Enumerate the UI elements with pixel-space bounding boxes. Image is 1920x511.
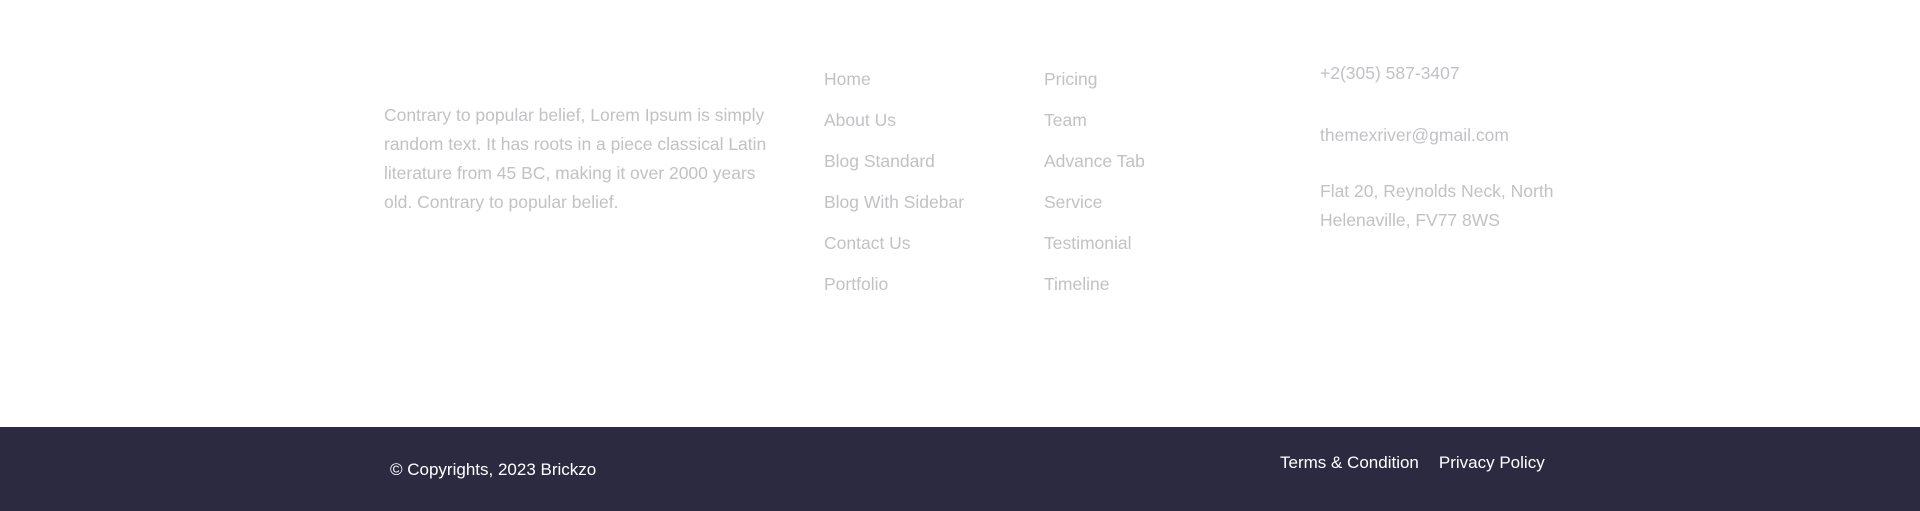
contact-email[interactable]: themexriver@gmail.com	[1320, 121, 1509, 150]
legal-links: Terms & Condition Privacy Policy	[1280, 451, 1545, 475]
footer-link-blog-with-sidebar[interactable]: Blog With Sidebar	[824, 188, 964, 229]
copyright-text: © Copyrights, 2023 Brickzo	[390, 460, 597, 479]
contact-address: Flat 20, Reynolds Neck, North Helenavill…	[1320, 181, 1554, 230]
footer-link-advance-tab[interactable]: Advance Tab	[1044, 147, 1145, 188]
footer-links-column-2: Pricing Team Advance Tab Service Testimo…	[1044, 65, 1145, 311]
footer-link-home[interactable]: Home	[824, 65, 964, 106]
page: Contrary to popular belief, Lorem Ipsum …	[0, 0, 1920, 511]
footer-link-about-us[interactable]: About Us	[824, 106, 964, 147]
about-text: Contrary to popular belief, Lorem Ipsum …	[384, 105, 767, 212]
footer-link-portfolio[interactable]: Portfolio	[824, 270, 964, 311]
footer-top: Contrary to popular belief, Lorem Ipsum …	[0, 0, 1920, 427]
footer-link-testimonial[interactable]: Testimonial	[1044, 229, 1145, 270]
footer-links-column-1: Home About Us Blog Standard Blog With Si…	[824, 65, 964, 311]
terms-link[interactable]: Terms & Condition	[1280, 451, 1419, 475]
footer-bottom-bar: © Copyrights, 2023 Brickzo Terms & Condi…	[0, 427, 1920, 511]
footer-link-blog-standard[interactable]: Blog Standard	[824, 147, 964, 188]
footer-link-service[interactable]: Service	[1044, 188, 1145, 229]
footer-link-contact-us[interactable]: Contact Us	[824, 229, 964, 270]
footer-link-pricing[interactable]: Pricing	[1044, 65, 1145, 106]
privacy-policy-link[interactable]: Privacy Policy	[1439, 451, 1545, 475]
footer-link-team[interactable]: Team	[1044, 106, 1145, 147]
contact-phone[interactable]: +2(305) 587-3407	[1320, 59, 1460, 88]
footer-link-timeline[interactable]: Timeline	[1044, 270, 1145, 311]
